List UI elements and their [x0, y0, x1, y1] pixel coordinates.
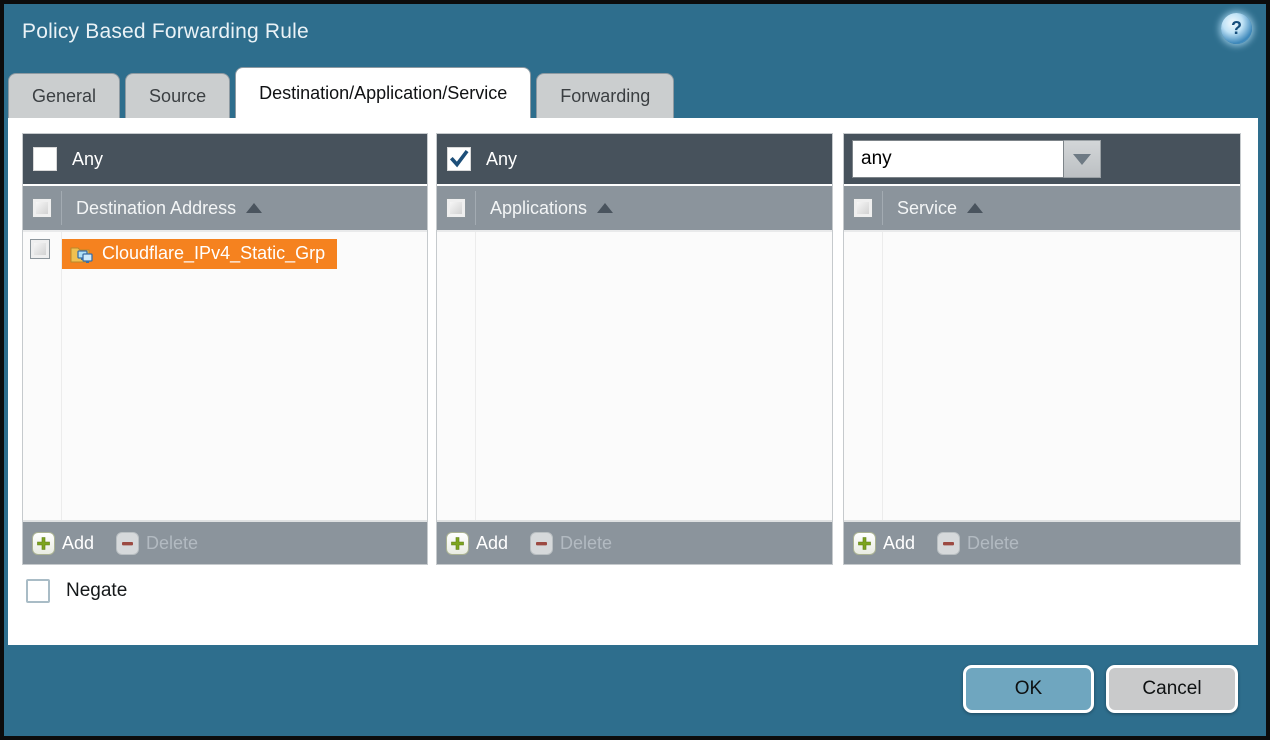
service-delete-button[interactable]: Delete	[937, 532, 1019, 555]
table-row: Cloudflare_IPv4_Static_Grp	[23, 232, 427, 269]
service-column-header[interactable]: Service	[844, 186, 1240, 232]
applications-add-button[interactable]: Add	[446, 532, 508, 555]
service-any-bar: any	[844, 134, 1240, 186]
applications-footer: Add Delete	[437, 520, 832, 564]
cancel-button[interactable]: Cancel	[1106, 665, 1238, 713]
negate-row: Negate	[26, 579, 127, 603]
service-select-all-checkbox[interactable]	[853, 198, 873, 218]
negate-checkbox[interactable]	[26, 579, 50, 603]
service-dropdown[interactable]: any	[852, 140, 1101, 178]
applications-list	[437, 232, 832, 520]
dialog-title: Policy Based Forwarding Rule	[22, 20, 309, 44]
destination-add-button[interactable]: Add	[32, 532, 94, 555]
service-add-button[interactable]: Add	[853, 532, 915, 555]
chevron-down-icon	[1073, 154, 1091, 165]
address-group-icon	[70, 244, 94, 264]
applications-column-header[interactable]: Applications	[437, 186, 832, 232]
tab-source[interactable]: Source	[125, 73, 230, 118]
destination-address-item[interactable]: Cloudflare_IPv4_Static_Grp	[62, 239, 337, 269]
destination-any-label: Any	[72, 149, 103, 170]
sort-asc-icon[interactable]	[246, 203, 262, 213]
add-icon	[853, 532, 876, 555]
delete-icon	[116, 532, 139, 555]
add-icon	[32, 532, 55, 555]
service-list	[844, 232, 1240, 520]
list-divider	[475, 232, 476, 520]
list-divider	[882, 232, 883, 520]
applications-any-bar: Any	[437, 134, 832, 186]
applications-column: Any Applications Add	[436, 133, 833, 565]
service-dropdown-button[interactable]	[1064, 140, 1101, 178]
applications-any-label: Any	[486, 149, 517, 170]
destination-select-all-checkbox[interactable]	[32, 198, 52, 218]
list-divider	[61, 232, 62, 520]
header-divider	[882, 191, 883, 225]
header-divider	[61, 191, 62, 225]
tab-forwarding[interactable]: Forwarding	[536, 73, 674, 118]
sort-asc-icon[interactable]	[967, 203, 983, 213]
delete-icon	[937, 532, 960, 555]
destination-any-checkbox[interactable]	[33, 147, 57, 171]
service-header-label: Service	[897, 198, 957, 219]
applications-header-label: Applications	[490, 198, 587, 219]
delete-label: Delete	[560, 533, 612, 554]
destination-list: Cloudflare_IPv4_Static_Grp	[23, 232, 427, 520]
ok-button[interactable]: OK	[963, 665, 1094, 713]
tab-general[interactable]: General	[8, 73, 120, 118]
header-divider	[475, 191, 476, 225]
add-label: Add	[883, 533, 915, 554]
destination-address-name: Cloudflare_IPv4_Static_Grp	[102, 243, 325, 264]
help-icon[interactable]: ?	[1221, 13, 1252, 44]
tab-bar: General Source Destination/Application/S…	[8, 68, 674, 118]
destination-any-bar: Any	[23, 134, 427, 186]
destination-footer: Add Delete	[23, 520, 427, 564]
applications-select-all-checkbox[interactable]	[446, 198, 466, 218]
destination-column-header[interactable]: Destination Address	[23, 186, 427, 232]
delete-label: Delete	[967, 533, 1019, 554]
add-label: Add	[476, 533, 508, 554]
destination-address-column: Any Destination Address	[22, 133, 428, 565]
tab-destination-application-service[interactable]: Destination/Application/Service	[235, 67, 531, 118]
applications-any-checkbox[interactable]	[447, 147, 471, 171]
sort-asc-icon[interactable]	[597, 203, 613, 213]
row-checkbox[interactable]	[30, 239, 50, 259]
destination-header-label: Destination Address	[76, 198, 236, 219]
negate-label: Negate	[66, 580, 127, 602]
tab-content-panel: Any Destination Address	[8, 118, 1258, 645]
applications-delete-button[interactable]: Delete	[530, 532, 612, 555]
policy-based-forwarding-dialog: Policy Based Forwarding Rule ? General S…	[0, 0, 1270, 740]
service-dropdown-value[interactable]: any	[852, 140, 1064, 178]
add-icon	[446, 532, 469, 555]
delete-icon	[530, 532, 553, 555]
delete-label: Delete	[146, 533, 198, 554]
check-icon	[449, 149, 469, 169]
service-column: any Service	[843, 133, 1241, 565]
columns-container: Any Destination Address	[22, 133, 1241, 565]
destination-delete-button[interactable]: Delete	[116, 532, 198, 555]
add-label: Add	[62, 533, 94, 554]
service-footer: Add Delete	[844, 520, 1240, 564]
